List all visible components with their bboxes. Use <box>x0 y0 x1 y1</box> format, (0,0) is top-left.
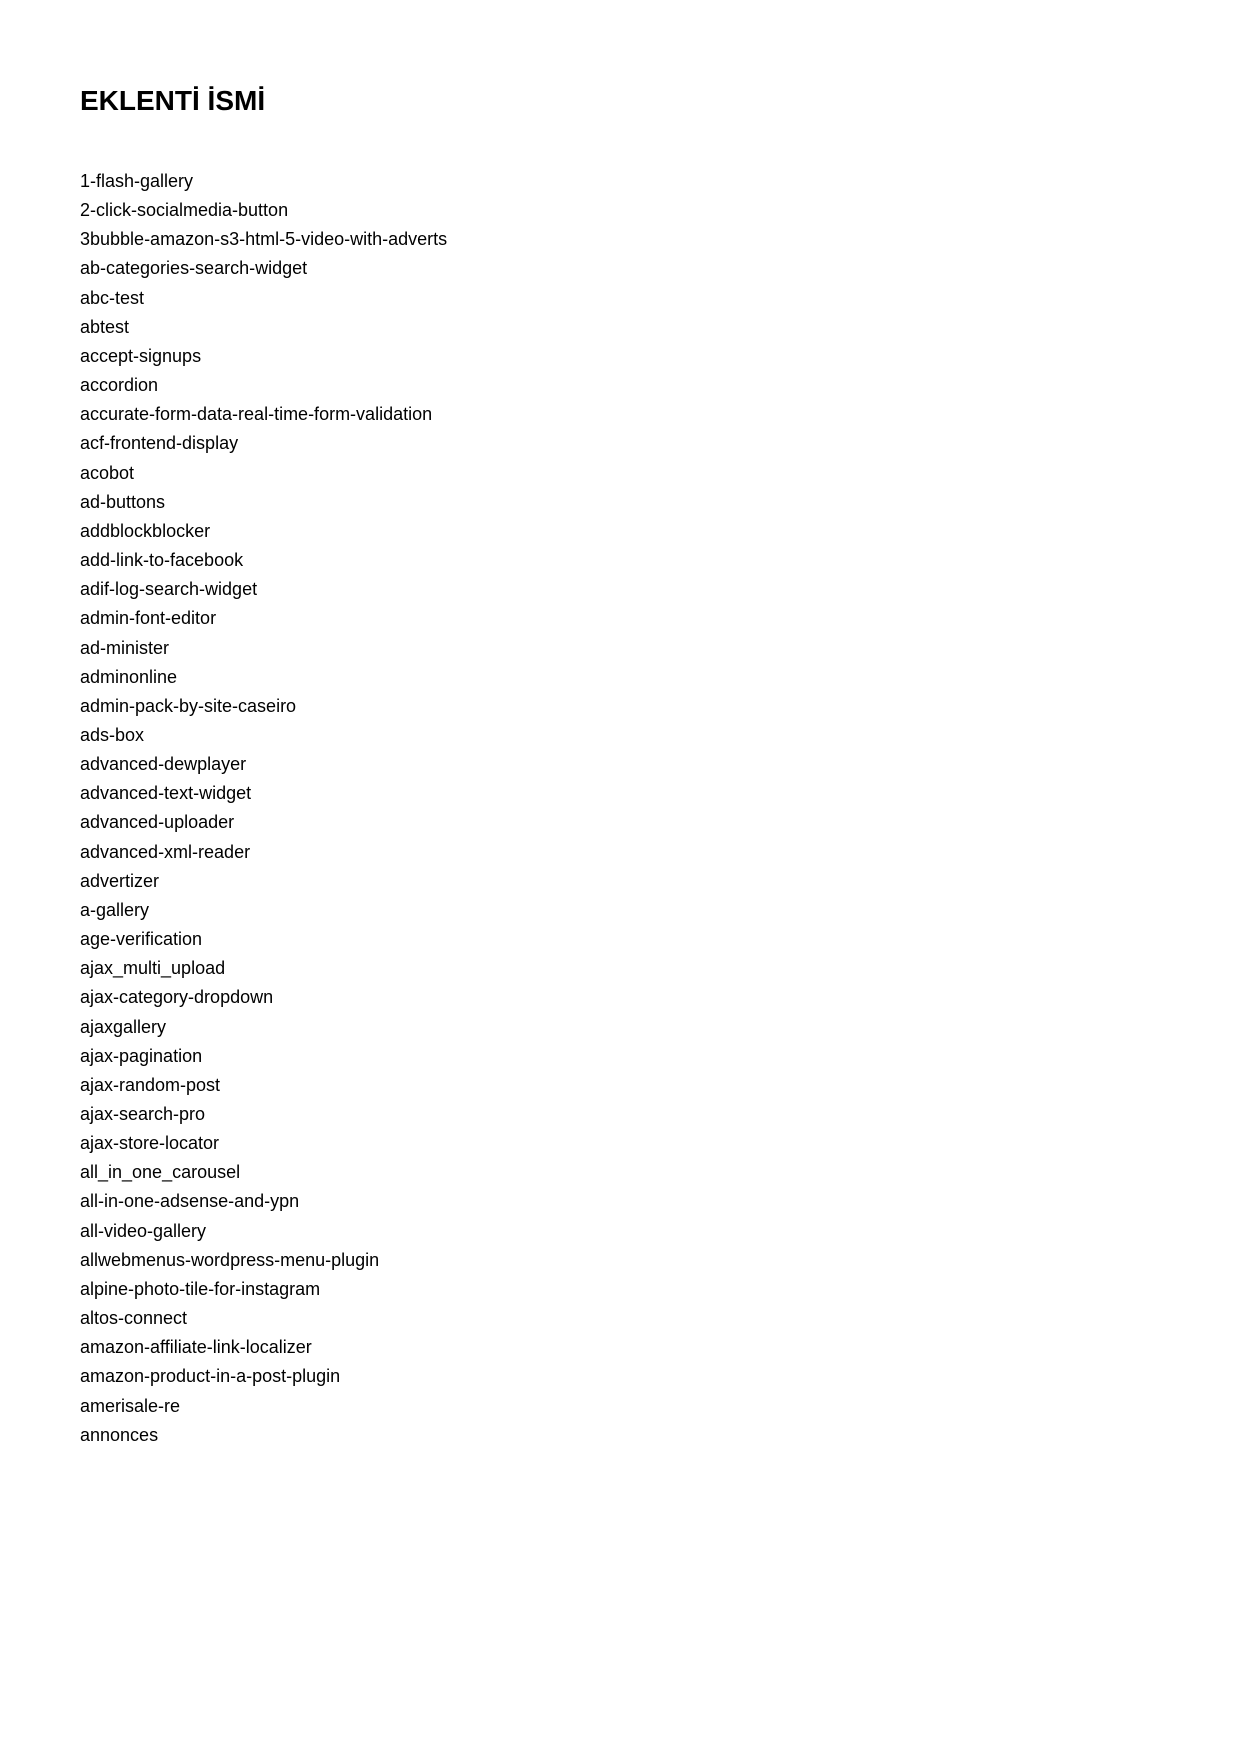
list-item: annonces <box>80 1421 1160 1450</box>
list-item: advanced-xml-reader <box>80 838 1160 867</box>
list-item: amazon-product-in-a-post-plugin <box>80 1362 1160 1391</box>
list-item: advertizer <box>80 867 1160 896</box>
list-item: acobot <box>80 459 1160 488</box>
list-item: ajax-store-locator <box>80 1129 1160 1158</box>
list-item: ajax-random-post <box>80 1071 1160 1100</box>
list-item: 1-flash-gallery <box>80 167 1160 196</box>
list-item: ajaxgallery <box>80 1013 1160 1042</box>
list-item: abc-test <box>80 284 1160 313</box>
plugin-name-list: 1-flash-gallery2-click-socialmedia-butto… <box>80 167 1160 1450</box>
list-item: ajax-pagination <box>80 1042 1160 1071</box>
list-item: accurate-form-data-real-time-form-valida… <box>80 400 1160 429</box>
list-item: 3bubble-amazon-s3-html-5-video-with-adve… <box>80 225 1160 254</box>
list-item: ab-categories-search-widget <box>80 254 1160 283</box>
list-item: altos-connect <box>80 1304 1160 1333</box>
list-item: admin-font-editor <box>80 604 1160 633</box>
list-item: abtest <box>80 313 1160 342</box>
list-item: all-video-gallery <box>80 1217 1160 1246</box>
page-title: EKLENTİ İSMİ <box>80 85 1160 117</box>
list-item: amerisale-re <box>80 1392 1160 1421</box>
list-item: 2-click-socialmedia-button <box>80 196 1160 225</box>
list-item: ads-box <box>80 721 1160 750</box>
list-item: amazon-affiliate-link-localizer <box>80 1333 1160 1362</box>
list-item: add-link-to-facebook <box>80 546 1160 575</box>
list-item: ad-minister <box>80 634 1160 663</box>
list-item: advanced-uploader <box>80 808 1160 837</box>
list-item: accept-signups <box>80 342 1160 371</box>
list-item: ajax-search-pro <box>80 1100 1160 1129</box>
list-item: alpine-photo-tile-for-instagram <box>80 1275 1160 1304</box>
list-item: acf-frontend-display <box>80 429 1160 458</box>
list-item: a-gallery <box>80 896 1160 925</box>
list-item: adif-log-search-widget <box>80 575 1160 604</box>
list-item: advanced-dewplayer <box>80 750 1160 779</box>
list-item: age-verification <box>80 925 1160 954</box>
list-item: adminonline <box>80 663 1160 692</box>
list-item: ad-buttons <box>80 488 1160 517</box>
list-item: all-in-one-adsense-and-ypn <box>80 1187 1160 1216</box>
list-item: addblockblocker <box>80 517 1160 546</box>
list-item: accordion <box>80 371 1160 400</box>
list-item: ajax_multi_upload <box>80 954 1160 983</box>
list-item: advanced-text-widget <box>80 779 1160 808</box>
list-item: allwebmenus-wordpress-menu-plugin <box>80 1246 1160 1275</box>
list-item: all_in_one_carousel <box>80 1158 1160 1187</box>
list-item: ajax-category-dropdown <box>80 983 1160 1012</box>
list-item: admin-pack-by-site-caseiro <box>80 692 1160 721</box>
